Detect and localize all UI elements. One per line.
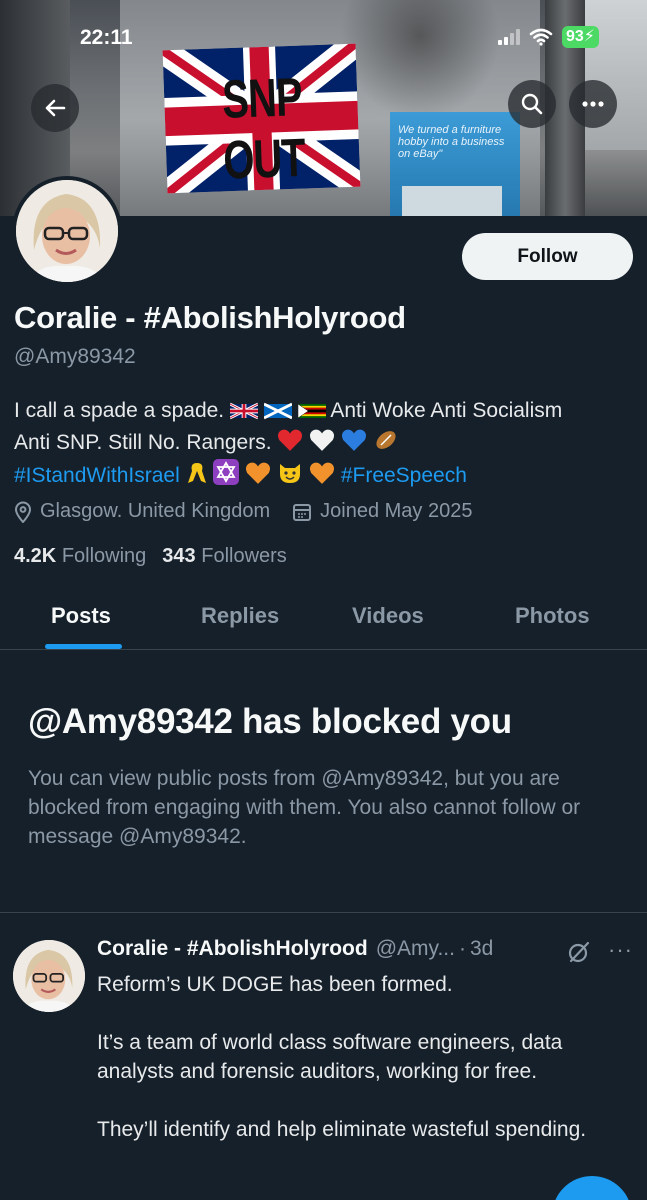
followers-count: 343 — [162, 545, 196, 567]
tab-photos[interactable]: Photos — [515, 603, 590, 629]
tab-videos[interactable]: Videos — [352, 603, 424, 629]
blue-heart-emoji — [342, 429, 367, 451]
banner-ad-text: We turned a furniture hobby into a busin… — [398, 124, 505, 160]
blocked-message: You can view public posts from @Amy89342… — [28, 767, 581, 848]
orange-heart-emoji-2 — [309, 462, 335, 484]
signal-icon — [497, 29, 520, 45]
bio-text-1b: Anti Woke Anti Socialism — [330, 399, 563, 422]
post-author-name[interactable]: Coralie - #AbolishHolyrood — [97, 937, 368, 961]
join-date: Joined May 2025 — [292, 500, 472, 523]
post-body: Reform’s UK DOGE has been formed. It’s a… — [97, 970, 627, 1173]
scotland-flag-emoji — [263, 402, 292, 420]
banner-ad-image — [402, 186, 502, 216]
zimbabwe-flag-emoji — [297, 403, 326, 419]
hashtag-freespeech[interactable]: #FreeSpeech — [341, 464, 467, 487]
follow-counts: 4.2K Following 343 Followers — [14, 545, 287, 568]
calendar-icon — [293, 503, 312, 521]
follow-button[interactable]: Follow — [462, 233, 633, 280]
search-button[interactable] — [508, 80, 556, 128]
post-more-button[interactable]: ··· — [608, 937, 633, 963]
wifi-icon — [529, 28, 553, 46]
more-options-button[interactable] — [569, 80, 617, 128]
profile-tabs: Posts Replies Videos Photos — [0, 588, 647, 650]
back-button[interactable] — [31, 84, 79, 132]
banner-tree — [340, 0, 500, 120]
avatar-photo — [16, 180, 118, 282]
post-avatar[interactable] — [13, 940, 85, 1012]
rugby-ball-emoji — [376, 431, 396, 449]
status-time: 22:11 — [80, 26, 133, 49]
post-paragraph: It’s a team of world class software engi… — [97, 1031, 563, 1083]
bio-line-2: Anti SNP. Still No. Rangers. — [14, 427, 639, 459]
compose-button[interactable] — [552, 1176, 632, 1200]
post-avatar-photo — [13, 940, 85, 1012]
profile-avatar[interactable] — [12, 176, 122, 286]
arrow-left-icon — [45, 99, 66, 117]
star-of-david-emoji — [213, 459, 240, 485]
grok-icon[interactable] — [567, 940, 591, 964]
following-label: Following — [61, 545, 147, 567]
active-tab-indicator — [45, 644, 122, 649]
following-count: 4.2K — [14, 545, 57, 567]
location: Glasgow. United Kingdom — [14, 500, 270, 523]
post-separator: · — [458, 937, 466, 960]
bio-text-1: I call a spade a spade. — [14, 399, 225, 422]
uk-flag-emoji — [230, 402, 258, 420]
hashtag-istandwithisrael[interactable]: #IStandWithIsrael — [14, 464, 180, 487]
bio-line-3: #IStandWithIsrael #FreeSpeech — [14, 459, 639, 492]
followers-link[interactable]: 343 Followers — [162, 545, 287, 568]
battery-icon: 93⚡ — [561, 26, 599, 48]
orange-heart-emoji — [246, 462, 271, 484]
status-icons: 93⚡ — [497, 26, 599, 48]
profile-meta: Glasgow. United Kingdom Joined May 2025 — [14, 500, 472, 523]
blocked-title: @Amy89342 has blocked you — [28, 702, 512, 741]
ellipsis-icon — [582, 101, 604, 107]
profile-handle: @Amy89342 — [14, 345, 136, 368]
post-header: Coralie - #AbolishHolyrood @Amy... · 3d — [97, 937, 493, 961]
join-date-text: Joined May 2025 — [320, 500, 473, 522]
post-timestamp[interactable]: 3d — [470, 937, 493, 961]
divider — [0, 912, 647, 913]
post-author-handle[interactable]: @Amy... — [376, 937, 455, 961]
profile-bio: I call a spade a spade. Anti Woke Anti S… — [14, 395, 639, 492]
yellow-ribbon-emoji — [187, 463, 206, 483]
following-link[interactable]: 4.2K Following — [14, 545, 146, 568]
smiling-cat-emoji — [280, 464, 301, 483]
banner-road — [585, 150, 647, 216]
profile-display-name: Coralie - #AbolishHolyrood — [14, 300, 406, 335]
location-pin-icon — [14, 501, 32, 523]
battery-level: 93 — [565, 28, 584, 45]
sign-text: SNP OUT — [221, 67, 306, 191]
tab-posts[interactable]: Posts — [51, 603, 111, 629]
search-icon — [521, 93, 543, 115]
location-text: Glasgow. United Kingdom — [40, 500, 271, 522]
bio-text-2: Anti SNP. Still No. Rangers. — [14, 431, 272, 454]
post-paragraph: They’ll identify and help eliminate wast… — [97, 1118, 587, 1141]
bio-line-1: I call a spade a spade. Anti Woke Anti S… — [14, 395, 639, 427]
red-heart-emoji — [278, 429, 303, 451]
post-paragraph: Reform’s UK DOGE has been formed. — [97, 973, 453, 996]
followers-label: Followers — [201, 545, 287, 567]
tab-replies[interactable]: Replies — [201, 603, 279, 629]
white-heart-emoji — [310, 429, 335, 451]
